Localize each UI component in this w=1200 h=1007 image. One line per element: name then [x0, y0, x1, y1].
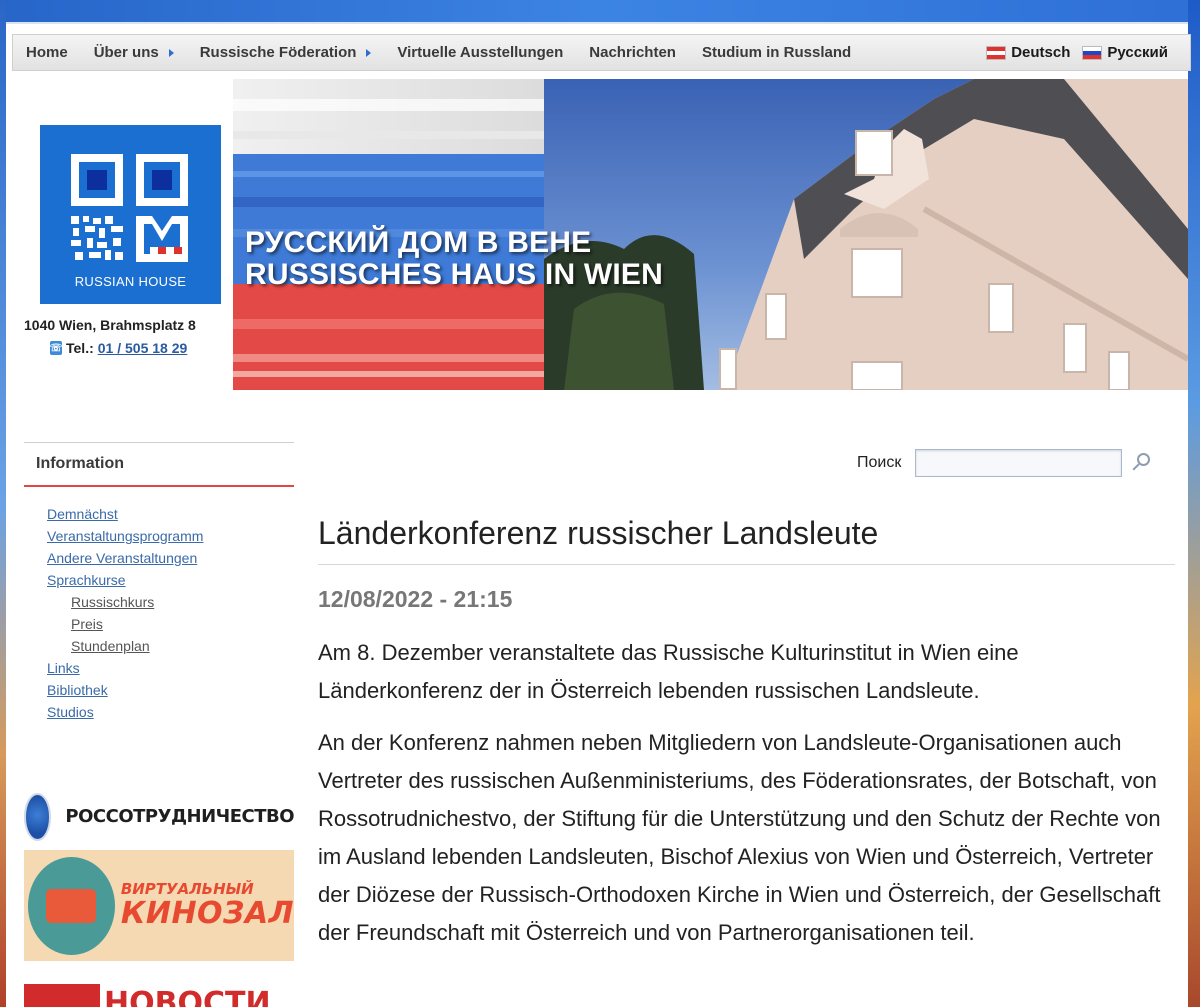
header-banner: РУССКИЙ ДОМ В ВЕНЕ RUSSISCHES HAUS IN WI…: [233, 79, 1188, 390]
sidebar-item-russischkurs[interactable]: Russischkurs: [24, 591, 294, 613]
austria-flag-icon: [986, 45, 1007, 60]
article-date: 12/08/2022 - 21:15: [318, 586, 513, 612]
page-container: Home Über uns Russische Föderation Virtu…: [6, 22, 1191, 1007]
search-input[interactable]: [915, 449, 1123, 477]
virtual-cinema-label: ВИРТУАЛЬНЫЙ КИНОЗАЛ: [120, 879, 294, 931]
lang-russian[interactable]: Русский: [1082, 44, 1168, 61]
telephone-link[interactable]: 01 / 505 18 29: [98, 340, 188, 356]
phone-icon: ☏: [49, 341, 63, 355]
background-right: [1188, 0, 1200, 1007]
main-navigation: Home Über uns Russische Föderation Virtu…: [12, 34, 1191, 71]
submenu-arrow-icon: [366, 48, 372, 57]
sidebar-item-bibliothek[interactable]: Bibliothek: [24, 679, 294, 701]
russia-flag-icon: [1082, 45, 1103, 60]
sidebar-item-demnaechst[interactable]: Demnächst: [24, 503, 294, 525]
sidebar-item-veranstaltungsprogramm[interactable]: Veranstaltungsprogramm: [24, 525, 294, 547]
partner-banner-novosti[interactable]: НОВОСТИ: [24, 984, 294, 1007]
cinema-screen-icon: [28, 856, 115, 955]
search-icon[interactable]: [1129, 451, 1153, 475]
article-title: Länderkonferenz russischer Landsleute: [318, 515, 1175, 565]
rossotrudnichestvo-emblem-icon: [24, 792, 52, 841]
partner-banner-rossotrudnichestvo[interactable]: РОССОТРУДНИЧЕСТВО: [24, 789, 294, 844]
article-paragraph: An der Konferenz nahmen neben Mitglieder…: [318, 730, 1161, 945]
novosti-logo-icon: [24, 984, 100, 1007]
article-paragraph: Am 8. Dezember veranstaltete das Russisc…: [318, 640, 1019, 703]
search-label: Поиск: [857, 454, 902, 471]
telephone: ☏ Tel.: 01 / 505 18 29: [49, 340, 188, 356]
sidebar-heading: Information: [24, 442, 294, 487]
sidebar-item-sprachkurse[interactable]: Sprachkurse: [24, 569, 294, 591]
sidebar-menu: Demnächst Veranstaltungsprogramm Andere …: [24, 487, 294, 723]
sidebar: Information Demnächst Veranstaltungsprog…: [24, 442, 294, 723]
banner-title: РУССКИЙ ДОМ В ВЕНЕ RUSSISCHES HAUS IN WI…: [245, 226, 663, 291]
nav-item-virtuelle-ausstellungen[interactable]: Virtuelle Ausstellungen: [384, 35, 576, 70]
russian-house-logo[interactable]: RUSSIAN HOUSE: [40, 125, 221, 304]
nav-item-nachrichten[interactable]: Nachrichten: [576, 35, 689, 70]
nav-item-studium-in-russland[interactable]: Studium in Russland: [689, 35, 864, 70]
sidebar-item-studios[interactable]: Studios: [24, 701, 294, 723]
nav-item-home[interactable]: Home: [13, 35, 81, 70]
sidebar-item-stundenplan[interactable]: Stundenplan: [24, 635, 294, 657]
sidebar-item-preis[interactable]: Preis: [24, 613, 294, 635]
search-bar: Поиск: [857, 449, 1153, 477]
article-body: Am 8. Dezember veranstaltete das Russisc…: [318, 634, 1184, 966]
background-top: [0, 0, 1200, 22]
partner-banner-virtual-cinema[interactable]: ВИРТУАЛЬНЫЙ КИНОЗАЛ: [24, 850, 294, 961]
nav-item-russische-foederation[interactable]: Russische Föderation: [187, 35, 385, 70]
address: 1040 Wien, Brahmsplatz 8: [24, 317, 196, 333]
nav-item-ueber-uns[interactable]: Über uns: [81, 35, 187, 70]
lang-deutsch[interactable]: Deutsch: [986, 44, 1070, 61]
sidebar-item-andere-veranstaltungen[interactable]: Andere Veranstaltungen: [24, 547, 294, 569]
language-switcher: Deutsch Русский: [974, 44, 1190, 61]
submenu-arrow-icon: [168, 48, 174, 57]
sidebar-item-links[interactable]: Links: [24, 657, 294, 679]
logo-text: RUSSIAN HOUSE: [74, 274, 187, 289]
